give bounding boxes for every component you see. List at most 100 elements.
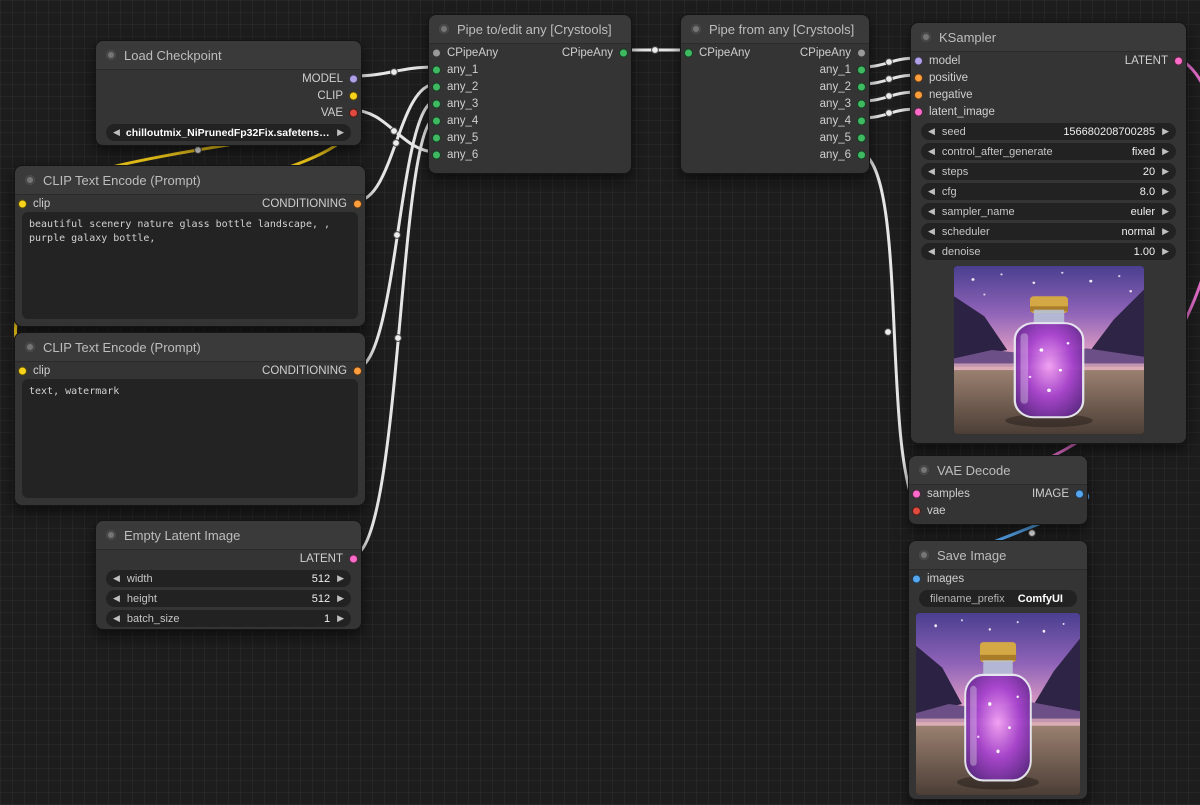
height-widget[interactable]: ◀ height 512 ▶ [106, 590, 351, 607]
image-output-port[interactable] [1075, 489, 1084, 498]
port-label: any_2 [820, 81, 851, 93]
cpipeany-input-port[interactable] [684, 48, 693, 57]
node-header[interactable]: Load Checkpoint [96, 41, 361, 70]
increment-arrow-icon[interactable]: ▶ [1162, 147, 1169, 156]
positive-input-port[interactable] [914, 73, 923, 82]
node-ksampler[interactable]: KSampler model LATENT positive negative … [910, 22, 1187, 444]
combo-left-arrow-icon[interactable]: ◀ [113, 128, 120, 137]
samples-input-port[interactable] [912, 489, 921, 498]
increment-arrow-icon[interactable]: ▶ [1162, 247, 1169, 256]
decrement-arrow-icon[interactable]: ◀ [928, 167, 935, 176]
collapse-dot-icon[interactable] [25, 175, 35, 185]
collapse-dot-icon[interactable] [439, 24, 449, 34]
node-header[interactable]: KSampler [911, 23, 1186, 52]
collapse-dot-icon[interactable] [919, 465, 929, 475]
control-after-generate-widget[interactable]: ◀ control_after_generate fixed ▶ [921, 143, 1176, 160]
node-header[interactable]: VAE Decode [909, 456, 1087, 485]
node-header[interactable]: Pipe from any [Crystools] [681, 15, 869, 44]
clip-output-port[interactable] [349, 91, 358, 100]
increment-arrow-icon[interactable]: ▶ [1162, 207, 1169, 216]
denoise-widget[interactable]: ◀ denoise 1.00 ▶ [921, 243, 1176, 260]
node-pipe-from-any[interactable]: Pipe from any [Crystools] CPipeAny CPipe… [680, 14, 870, 174]
increment-arrow-icon[interactable]: ▶ [1162, 127, 1169, 136]
node-clip-text-encode-positive[interactable]: CLIP Text Encode (Prompt) clip CONDITION… [14, 165, 366, 327]
node-pipe-to-edit-any[interactable]: Pipe to/edit any [Crystools] CPipeAny CP… [428, 14, 632, 174]
conditioning-output-port[interactable] [353, 366, 362, 375]
any4-output-port[interactable] [857, 116, 866, 125]
any4-input-port[interactable] [432, 116, 441, 125]
model-input-port[interactable] [914, 56, 923, 65]
increment-arrow-icon[interactable]: ▶ [337, 574, 344, 583]
decrement-arrow-icon[interactable]: ◀ [928, 207, 935, 216]
decrement-arrow-icon[interactable]: ◀ [928, 247, 935, 256]
vae-output-port[interactable] [349, 108, 358, 117]
increment-arrow-icon[interactable]: ▶ [337, 614, 344, 623]
node-header[interactable]: Pipe to/edit any [Crystools] [429, 15, 631, 44]
collapse-dot-icon[interactable] [106, 50, 116, 60]
clip-input-port[interactable] [18, 366, 27, 375]
node-header[interactable]: CLIP Text Encode (Prompt) [15, 333, 365, 362]
vae-input-port[interactable] [912, 506, 921, 515]
node-header[interactable]: CLIP Text Encode (Prompt) [15, 166, 365, 195]
collapse-dot-icon[interactable] [921, 32, 931, 42]
increment-arrow-icon[interactable]: ▶ [1162, 227, 1169, 236]
steps-widget[interactable]: ◀ steps 20 ▶ [921, 163, 1176, 180]
batch-size-widget[interactable]: ◀ batch_size 1 ▶ [106, 610, 351, 627]
sampler-name-widget[interactable]: ◀ sampler_name euler ▶ [921, 203, 1176, 220]
combo-right-arrow-icon[interactable]: ▶ [337, 128, 344, 137]
decrement-arrow-icon[interactable]: ◀ [113, 574, 120, 583]
increment-arrow-icon[interactable]: ▶ [1162, 167, 1169, 176]
collapse-dot-icon[interactable] [691, 24, 701, 34]
model-output-port[interactable] [349, 74, 358, 83]
any3-input-port[interactable] [432, 99, 441, 108]
any3-output-port[interactable] [857, 99, 866, 108]
collapse-dot-icon[interactable] [25, 342, 35, 352]
decrement-arrow-icon[interactable]: ◀ [113, 594, 120, 603]
cpipeany-output-port[interactable] [857, 48, 866, 57]
decrement-arrow-icon[interactable]: ◀ [928, 227, 935, 236]
any6-input-port[interactable] [432, 150, 441, 159]
any2-input-port[interactable] [432, 82, 441, 91]
any5-output-port[interactable] [857, 133, 866, 142]
seed-widget[interactable]: ◀ seed 156680208700285 ▶ [921, 123, 1176, 140]
filename-prefix-widget[interactable]: filename_prefix ComfyUI [919, 590, 1077, 607]
node-header[interactable]: Save Image [909, 541, 1087, 570]
scheduler-widget[interactable]: ◀ scheduler normal ▶ [921, 223, 1176, 240]
node-header[interactable]: Empty Latent Image [96, 521, 361, 550]
conditioning-output-port[interactable] [353, 199, 362, 208]
node-load-checkpoint[interactable]: Load Checkpoint MODEL CLIP VAE ◀ chillou… [95, 40, 362, 146]
collapse-dot-icon[interactable] [106, 530, 116, 540]
increment-arrow-icon[interactable]: ▶ [1162, 187, 1169, 196]
graph-canvas[interactable]: Load Checkpoint MODEL CLIP VAE ◀ chillou… [0, 0, 1200, 805]
cfg-widget[interactable]: ◀ cfg 8.0 ▶ [921, 183, 1176, 200]
cpipeany-output-port[interactable] [619, 48, 628, 57]
widget-label: scheduler [942, 226, 990, 238]
any1-input-port[interactable] [432, 65, 441, 74]
any5-input-port[interactable] [432, 133, 441, 142]
collapse-dot-icon[interactable] [919, 550, 929, 560]
any6-output-port[interactable] [857, 150, 866, 159]
width-widget[interactable]: ◀ width 512 ▶ [106, 570, 351, 587]
positive-prompt-textarea[interactable]: beautiful scenery nature glass bottle la… [22, 212, 358, 319]
decrement-arrow-icon[interactable]: ◀ [928, 147, 935, 156]
decrement-arrow-icon[interactable]: ◀ [928, 127, 935, 136]
latent-image-input-port[interactable] [914, 107, 923, 116]
node-clip-text-encode-negative[interactable]: CLIP Text Encode (Prompt) clip CONDITION… [14, 332, 366, 506]
decrement-arrow-icon[interactable]: ◀ [928, 187, 935, 196]
negative-prompt-textarea[interactable]: text, watermark [22, 379, 358, 498]
latent-output-port[interactable] [349, 554, 358, 563]
ckpt-name-combo[interactable]: ◀ chilloutmix_NiPrunedFp32Fix.safetensor… [106, 124, 351, 141]
node-title: Pipe to/edit any [Crystools] [457, 22, 612, 37]
node-vae-decode[interactable]: VAE Decode samples IMAGE vae [908, 455, 1088, 525]
any1-output-port[interactable] [857, 65, 866, 74]
any2-output-port[interactable] [857, 82, 866, 91]
increment-arrow-icon[interactable]: ▶ [337, 594, 344, 603]
node-empty-latent-image[interactable]: Empty Latent Image LATENT ◀ width 512 ▶ … [95, 520, 362, 630]
decrement-arrow-icon[interactable]: ◀ [113, 614, 120, 623]
images-input-port[interactable] [912, 574, 921, 583]
latent-output-port[interactable] [1174, 56, 1183, 65]
negative-input-port[interactable] [914, 90, 923, 99]
node-save-image[interactable]: Save Image images filename_prefix ComfyU… [908, 540, 1088, 800]
clip-input-port[interactable] [18, 199, 27, 208]
cpipeany-input-port[interactable] [432, 48, 441, 57]
